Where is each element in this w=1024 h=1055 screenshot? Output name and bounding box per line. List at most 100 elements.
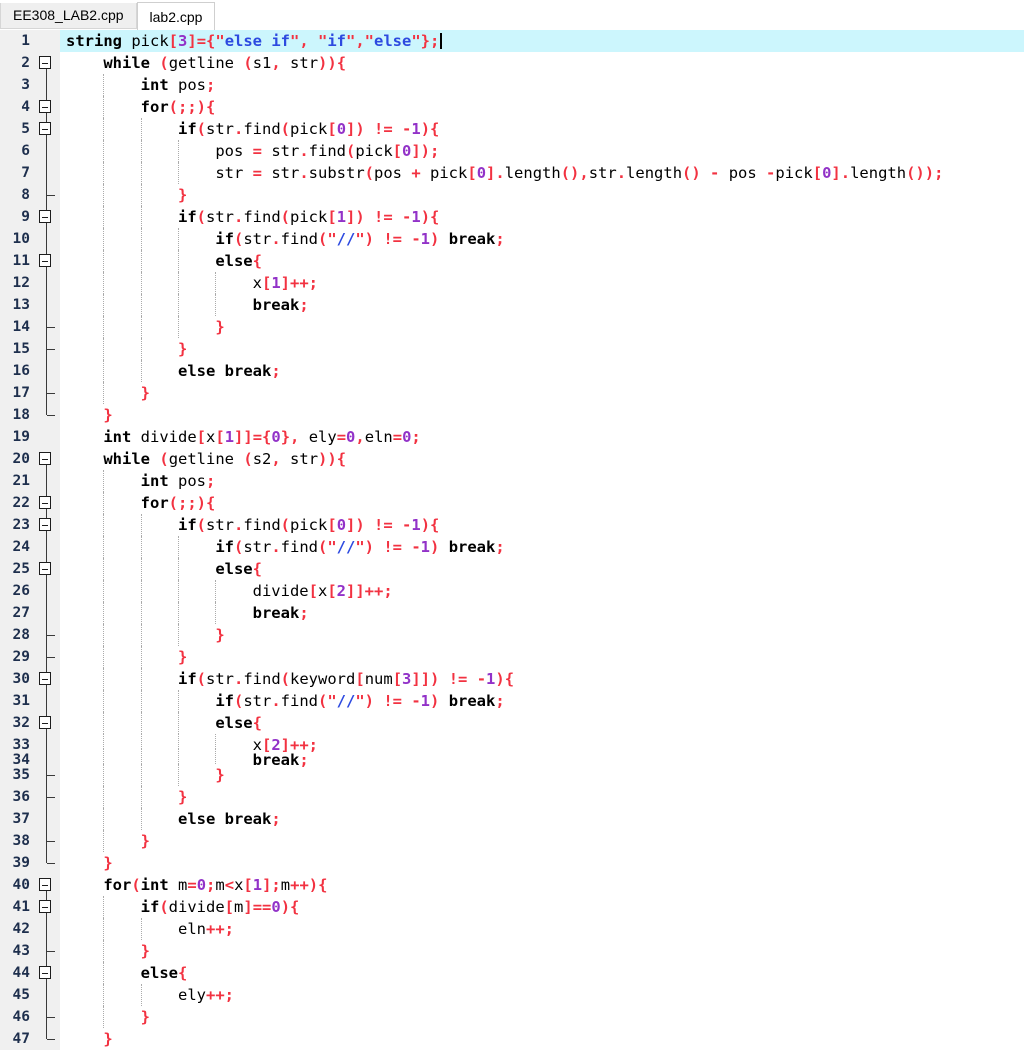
collapse-minus-icon[interactable] xyxy=(39,878,51,891)
code-line[interactable]: for(int m=0;m<x[1];m++){ xyxy=(60,874,1024,896)
collapse-minus-icon[interactable] xyxy=(39,966,51,979)
token-punctuation: { xyxy=(252,714,262,732)
code-line[interactable]: else{ xyxy=(60,712,1024,734)
token-number: 1 xyxy=(486,670,496,688)
code-line[interactable]: int divide[x[1]]={0}, ely=0,eln=0; xyxy=(60,426,1024,448)
collapse-minus-icon[interactable] xyxy=(39,210,51,223)
code-line[interactable]: divide[x[2]]++; xyxy=(60,580,1024,602)
collapse-minus-icon[interactable] xyxy=(39,900,51,913)
token-punctuation: (" xyxy=(318,538,337,556)
code-line[interactable]: } xyxy=(60,1028,1024,1050)
code-line[interactable]: } xyxy=(60,830,1024,852)
fold-indicator xyxy=(34,140,60,162)
fold-toggle[interactable] xyxy=(34,118,60,140)
code-line[interactable]: pos = str.find(pick[0]); xyxy=(60,140,1024,162)
code-line[interactable]: break; xyxy=(60,749,1024,769)
code-line[interactable]: } xyxy=(60,316,1024,338)
code-line[interactable]: string pick[3]={"else if", "if","else"}; xyxy=(60,30,1024,52)
code-line[interactable]: if(str.find(keyword[num[3]]) != -1){ xyxy=(60,668,1024,690)
token-punctuation: ", " xyxy=(290,32,328,50)
token-punctuation: ++; xyxy=(205,920,234,938)
token-punctuation: } xyxy=(140,384,150,402)
code-line-row: 15 } xyxy=(0,338,1024,360)
code-line[interactable]: if(str.find("//") != -1) break; xyxy=(60,690,1024,712)
token-identifier: str xyxy=(280,450,319,468)
fold-toggle[interactable] xyxy=(34,250,60,272)
code-line[interactable]: for(;;){ xyxy=(60,96,1024,118)
code-line[interactable]: } xyxy=(60,786,1024,808)
code-editor[interactable]: 1 string pick[3]={"else if", "if","else"}… xyxy=(0,30,1024,1050)
code-line[interactable]: if(str.find(pick[1]) != -1){ xyxy=(60,206,1024,228)
fold-toggle[interactable] xyxy=(34,52,60,74)
code-line[interactable]: break; xyxy=(60,294,1024,316)
token-keyword: int xyxy=(103,428,132,446)
collapse-minus-icon[interactable] xyxy=(39,672,51,685)
fold-indicator xyxy=(34,734,60,749)
code-line[interactable]: eln++; xyxy=(60,918,1024,940)
fold-toggle[interactable] xyxy=(34,448,60,470)
code-line[interactable]: while (getline (s2, str)){ xyxy=(60,448,1024,470)
collapse-minus-icon[interactable] xyxy=(39,518,51,531)
code-line[interactable]: } xyxy=(60,382,1024,404)
code-line[interactable]: else{ xyxy=(60,250,1024,272)
collapse-minus-icon[interactable] xyxy=(39,100,51,113)
collapse-minus-icon[interactable] xyxy=(39,452,51,465)
collapse-minus-icon[interactable] xyxy=(39,254,51,267)
code-line-row: 41 if(divide[m]==0){ xyxy=(0,896,1024,918)
code-line[interactable]: } xyxy=(60,338,1024,360)
indent-guide xyxy=(140,749,142,764)
fold-toggle[interactable] xyxy=(34,668,60,690)
code-line[interactable]: } xyxy=(60,1006,1024,1028)
fold-toggle[interactable] xyxy=(34,492,60,514)
code-line[interactable]: } xyxy=(60,852,1024,874)
fold-toggle[interactable] xyxy=(34,874,60,896)
indent-guide xyxy=(177,602,179,624)
code-line-row: 11 else{ xyxy=(0,250,1024,272)
code-line[interactable]: while (getline (s1, str)){ xyxy=(60,52,1024,74)
fold-toggle[interactable] xyxy=(34,712,60,734)
collapse-minus-icon[interactable] xyxy=(39,122,51,135)
code-line[interactable]: if(str.find(pick[0]) != -1){ xyxy=(60,514,1024,536)
code-line[interactable]: if(str.find("//") != -1) break; xyxy=(60,536,1024,558)
code-line[interactable]: else break; xyxy=(60,808,1024,830)
code-line[interactable]: str = str.substr(pos + pick[0].length(),… xyxy=(60,162,1024,184)
fold-toggle[interactable] xyxy=(34,558,60,580)
token-number: 1 xyxy=(271,274,281,292)
code-line[interactable]: x[1]++; xyxy=(60,272,1024,294)
collapse-minus-icon[interactable] xyxy=(39,496,51,509)
code-line[interactable]: for(;;){ xyxy=(60,492,1024,514)
code-line[interactable]: if(str.find(pick[0]) != -1){ xyxy=(60,118,1024,140)
code-line[interactable]: } xyxy=(60,646,1024,668)
line-number: 37 xyxy=(0,808,34,830)
token-punctuation: . xyxy=(616,164,627,182)
tab-lab2[interactable]: lab2.cpp xyxy=(136,2,216,30)
fold-toggle[interactable] xyxy=(34,896,60,918)
code-line[interactable]: if(divide[m]==0){ xyxy=(60,896,1024,918)
code-line[interactable]: } xyxy=(60,940,1024,962)
code-line[interactable]: else break; xyxy=(60,360,1024,382)
fold-toggle[interactable] xyxy=(34,206,60,228)
fold-toggle[interactable] xyxy=(34,514,60,536)
collapse-minus-icon[interactable] xyxy=(39,562,51,575)
fold-toggle[interactable] xyxy=(34,962,60,984)
token-number: 0 xyxy=(271,428,281,446)
fold-indicator xyxy=(34,184,60,206)
code-line-row: 31 if(str.find("//") != -1) break; xyxy=(0,690,1024,712)
tab-ee308-lab2[interactable]: EE308_LAB2.cpp xyxy=(0,3,137,29)
code-line[interactable]: ely++; xyxy=(60,984,1024,1006)
fold-toggle[interactable] xyxy=(34,96,60,118)
collapse-minus-icon[interactable] xyxy=(39,716,51,729)
code-line[interactable]: if(str.find("//") != -1) break; xyxy=(60,228,1024,250)
line-number: 27 xyxy=(0,602,34,624)
collapse-minus-icon[interactable] xyxy=(39,56,51,69)
code-line[interactable]: } xyxy=(60,404,1024,426)
code-line[interactable]: } xyxy=(60,184,1024,206)
code-line[interactable]: int pos; xyxy=(60,74,1024,96)
code-line[interactable]: } xyxy=(60,624,1024,646)
code-line[interactable]: else{ xyxy=(60,962,1024,984)
code-line[interactable]: else{ xyxy=(60,558,1024,580)
code-line[interactable]: } xyxy=(60,764,1024,786)
code-line[interactable]: x[2]++; xyxy=(60,734,1024,754)
code-line[interactable]: break; xyxy=(60,602,1024,624)
code-line[interactable]: int pos; xyxy=(60,470,1024,492)
